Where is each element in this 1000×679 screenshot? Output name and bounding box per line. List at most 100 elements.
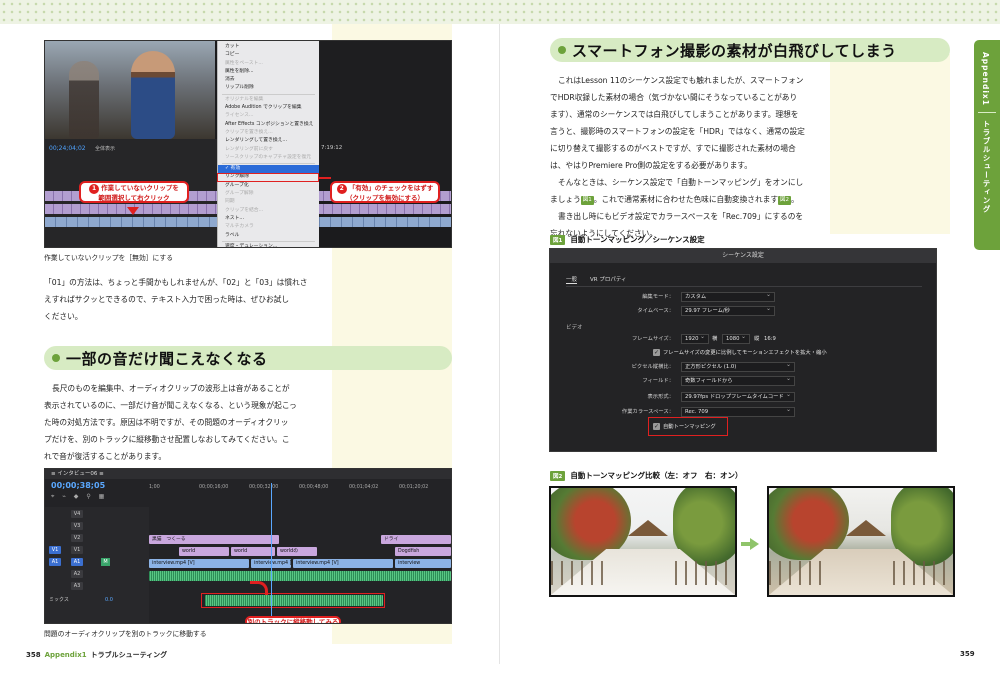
right-timecode: 7:19:12 <box>321 145 343 151</box>
moved-clip-highlight <box>201 593 385 608</box>
edit-mode-select[interactable]: カスタム <box>681 291 775 302</box>
track-row-v4: V4 <box>45 509 149 519</box>
paragraph-1: 「01」の方法は、ちょっと手間かもしれませんが、「02」と「03」は慣れさ えす… <box>44 278 308 321</box>
track-row-v2: V2 <box>45 533 149 543</box>
row-frame-size: フレームサイズ： 1920 横 1080 縦 16:9 <box>550 333 936 345</box>
context-menu-item[interactable]: マルチカメラ <box>218 223 319 231</box>
clip-v2-1[interactable]: world <box>179 547 229 556</box>
context-menu-item[interactable]: ソースクリップのキャプチャ設定を復元 <box>218 154 319 162</box>
heading-dot-right <box>558 46 566 54</box>
screenshot-timeline: ≡ インタビュー06 ≡ 00;00;38;05 ⌖ ⌁ ◆ ⚲ ▦ 1;00 … <box>44 468 452 624</box>
callout-2: 2 「有効」のチェックをはずす （クリップを無効にする） <box>330 181 440 203</box>
track-row-mix: ミックス 0.0 <box>49 597 113 603</box>
figure-2-label: 図2 自動トーンマッピング比較（左：オフ 右：オン） <box>550 470 742 481</box>
pixel-select[interactable]: 正方形ピクセル (1.0) <box>681 361 795 372</box>
context-menu-item[interactable]: クリップを結合... <box>218 207 319 215</box>
track-headers: V4 V3 V2 V1 V1 A1 A1 M A2 A3 ミックス 0.0 <box>45 507 149 623</box>
figure-1-label: 図1 自動トーンマッピング／シーケンス設定 <box>550 234 705 245</box>
context-menu-item[interactable]: ラベル <box>218 232 319 240</box>
menu-separator <box>222 240 315 242</box>
right-folio: 359 <box>960 650 975 658</box>
clip-title-2[interactable]: ドライ <box>381 535 451 544</box>
context-menu-item[interactable]: レンダリングして置き換え... <box>218 137 319 145</box>
clip-v1-3[interactable]: interview.mp4 [V] <box>293 559 393 568</box>
paragraph-right: これはLesson 11のシーケンス設定でも触れましたが、スマートフォン でHD… <box>550 76 805 238</box>
callout-2-leader <box>319 177 331 179</box>
row-pixel: ピクセル縦横比： 正方形ピクセル (1.0) <box>550 361 936 373</box>
timebase-select[interactable]: 29.97 フレーム/秒 <box>681 305 775 316</box>
clip-v2-2[interactable]: world <box>231 547 275 556</box>
tab-vr[interactable]: VR プロパティ <box>590 275 627 283</box>
video-preview <box>45 41 215 139</box>
context-menu-item[interactable]: コピー <box>218 51 319 59</box>
callout-1: 1 作業していないクリップを 範囲選択して右クリック <box>79 181 189 203</box>
track-row-a3: A3 <box>45 581 149 591</box>
context-menu-item[interactable]: 同期 <box>218 198 319 206</box>
timeline-ruler: 1;00 00;00;16;00 00;00;32;00 00;00;48;00… <box>149 485 429 490</box>
context-menu-item[interactable]: ネスト... <box>218 215 319 223</box>
context-menu-item[interactable]: クリップを置き換え... <box>218 129 319 137</box>
track-row-a1: A1 A1 M <box>45 557 149 567</box>
tab-general[interactable]: 一般 <box>566 275 578 284</box>
frame-height-input[interactable]: 1080 <box>722 333 750 344</box>
clip-v2-4[interactable]: Dogdfish <box>395 547 451 556</box>
section-side-tab: Appendix1 トラブルシューティング <box>974 40 1000 250</box>
context-menu-item[interactable]: 属性をペースト... <box>218 60 319 68</box>
row-color-space: 作業カラースペース： Rec. 709 <box>550 406 936 418</box>
context-menu-item[interactable]: レンダリング前に戻す <box>218 146 319 154</box>
left-page: 00;24;04;02 全体表示 7:19:12 カット コピー 属性をペースト..… <box>0 24 499 679</box>
row-tone-mapping: ✓ 自動トーンマッピング <box>653 423 716 430</box>
compare-arrow <box>750 538 759 550</box>
woman-figure <box>131 51 175 139</box>
heading-audio: 一部の音だけ聞こえなくなる <box>44 346 452 370</box>
down-arrow <box>127 207 139 215</box>
track-row-a2: A2 <box>45 569 149 579</box>
background-person <box>69 61 99 139</box>
caption-1: 作業していないクリップを［無効］にする <box>44 254 174 262</box>
clip-v2-3[interactable]: worldの <box>277 547 317 556</box>
clip-title-1[interactable]: 黒猫 つくーる <box>149 535 279 544</box>
clip-v1-1[interactable]: interview.mp4 [V] <box>149 559 249 568</box>
row-display: 表示形式： 29.97fps ドロップフレームタイムコード <box>550 391 936 403</box>
screenshot-disable-clip: 00;24;04;02 全体表示 7:19:12 カット コピー 属性をペースト..… <box>44 40 452 248</box>
context-menu-item[interactable]: 属性を削除... <box>218 68 319 76</box>
timeline-timecode: 00;00;38;05 <box>51 481 106 490</box>
video-group-label: ビデオ <box>566 325 583 331</box>
context-menu-item[interactable]: 速度・デュレーション... <box>218 243 319 247</box>
context-menu-item[interactable]: グループ解除 <box>218 190 319 198</box>
context-menu-item[interactable]: カット <box>218 43 319 51</box>
context-menu-item[interactable]: After Effects コンポジションと置き換え <box>218 121 319 129</box>
color-space-select[interactable]: Rec. 709 <box>681 406 795 417</box>
context-menu-item[interactable]: 消去 <box>218 76 319 84</box>
context-menu-item[interactable]: リップル削除 <box>218 84 319 92</box>
tab-divider <box>566 286 922 287</box>
track-row-v3: V3 <box>45 521 149 531</box>
sequence-tab: ≡ インタビュー06 ≡ <box>45 469 451 479</box>
sequence-settings-dialog: シーケンス設定 一般 VR プロパティ 編集モード： カスタム タイムベース： … <box>549 248 937 452</box>
display-select[interactable]: 29.97fps ドロップフレームタイムコード <box>681 391 795 402</box>
timeline-callout: 別のトラックに縦移動してみる <box>245 616 341 623</box>
row-scale: ✓ フレームサイズの変更に比例してモーションエフェクトを拡大・縮小 <box>653 349 827 356</box>
clip-v1-4[interactable]: interview <box>395 559 451 568</box>
frame-width-input[interactable]: 1920 <box>681 333 709 344</box>
paragraph-2: 長尺のものを編集中、オーディオクリップの波形上は音があることが 表示されているの… <box>44 384 297 461</box>
playhead <box>271 483 272 623</box>
photo-tone-off <box>549 486 737 597</box>
context-menu-item[interactable]: ライセンス... <box>218 112 319 120</box>
context-menu-item[interactable]: グループ化 <box>218 182 319 190</box>
field-select[interactable]: 奇数フィールドから <box>681 375 795 386</box>
row-edit-mode: 編集モード： カスタム <box>550 291 936 303</box>
callout-1-text: 作業していないクリップを 範囲選択して右クリック <box>98 184 179 202</box>
highlight-enabled-item <box>217 173 319 182</box>
top-decoration <box>0 0 1000 24</box>
ref-fig1: 図1 <box>580 195 594 205</box>
context-menu-item[interactable]: オリジナルを編集 <box>218 96 319 104</box>
context-menu-item[interactable]: Adobe Audition でクリップを編集 <box>218 104 319 112</box>
scale-checkbox[interactable]: ✓ <box>653 349 660 356</box>
dialog-title: シーケンス設定 <box>550 249 936 263</box>
move-arrow <box>250 581 268 595</box>
audio-a1[interactable] <box>149 571 451 581</box>
row-timebase: タイムベース： 29.97 フレーム/秒 <box>550 305 936 317</box>
heading-dot <box>52 354 60 362</box>
ref-fig2: 図2 <box>778 195 792 205</box>
